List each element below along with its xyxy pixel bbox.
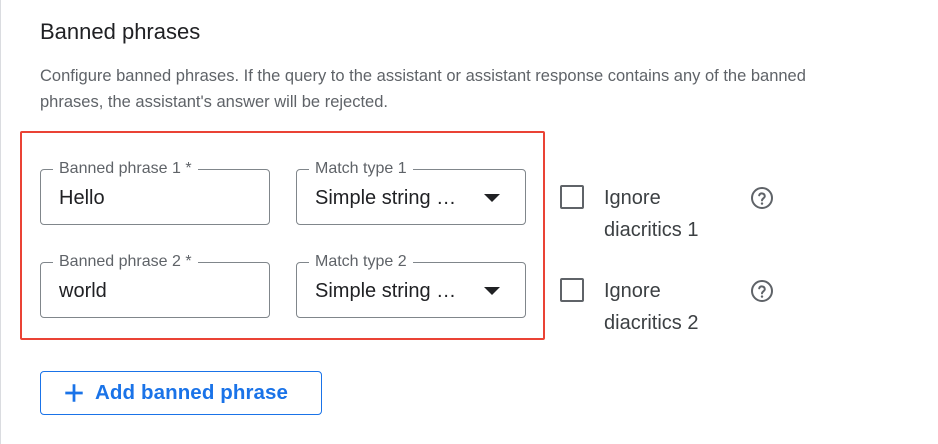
match-type-1-value: Simple string …	[315, 187, 457, 209]
match-type-1-label: Match type 1	[309, 159, 413, 179]
ignore-diacritics-2-label-line1: Ignore	[604, 280, 661, 302]
section-description: Configure banned phrases. If the query t…	[40, 67, 806, 111]
plus-icon	[65, 384, 83, 402]
match-type-2-select[interactable]: Match type 2 Simple string …	[296, 252, 526, 318]
ignore-diacritics-1-label-line1: Ignore	[604, 187, 661, 209]
banned-phrase-2-value: world	[59, 280, 107, 302]
banned-phrase-1-label: Banned phrase 1 *	[53, 159, 198, 179]
banned-phrase-2-field[interactable]: Banned phrase 2 * world	[40, 252, 270, 318]
ignore-diacritics-2-label-line2: diacritics 2	[604, 312, 699, 334]
banned-phrases-panel: Banned phrases Configure banned phrases.…	[0, 0, 938, 444]
add-banned-phrase-button[interactable]: Add banned phrase	[40, 371, 322, 415]
ignore-diacritics-2-checkbox[interactable]	[560, 278, 584, 302]
dropdown-arrow-icon	[484, 194, 500, 202]
help-circle-icon[interactable]	[750, 279, 774, 303]
panel-left-border	[0, 0, 1, 444]
banned-phrase-2-label: Banned phrase 2 *	[53, 252, 198, 272]
help-circle-icon[interactable]	[750, 186, 774, 210]
match-type-1-select[interactable]: Match type 1 Simple string …	[296, 159, 526, 225]
match-type-2-label: Match type 2	[309, 252, 413, 272]
add-banned-phrase-label: Add banned phrase	[95, 381, 289, 404]
banned-phrase-1-field[interactable]: Banned phrase 1 * Hello	[40, 159, 270, 225]
ignore-diacritics-1-checkbox[interactable]	[560, 185, 584, 209]
dropdown-arrow-icon	[484, 287, 500, 295]
banned-phrase-1-value: Hello	[59, 187, 105, 209]
ignore-diacritics-1-label-line2: diacritics 1	[604, 219, 699, 241]
section-title: Banned phrases	[40, 19, 201, 44]
match-type-2-value: Simple string …	[315, 280, 457, 302]
